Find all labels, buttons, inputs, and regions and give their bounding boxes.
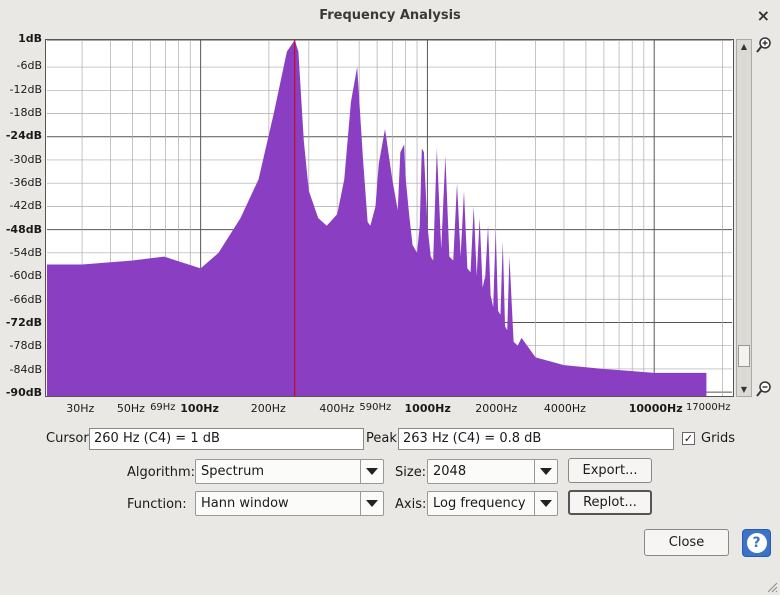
y-tick-label: -72dB (5, 316, 42, 330)
grids-label: Grids (701, 431, 736, 446)
grids-checkbox[interactable]: ✓ (682, 432, 695, 445)
y-tick-label: -12dB (9, 82, 43, 96)
x-tick-label: 69Hz (150, 402, 176, 413)
chevron-down-icon (534, 460, 557, 483)
resize-grip-icon[interactable] (766, 581, 778, 593)
algorithm-value: Spectrum (201, 464, 264, 479)
y-axis: 1dB -6dB -12dB -18dB -24dB -30dB -36dB -42dB -48… (0, 32, 43, 400)
y-tick-label: 1dB (18, 32, 42, 45)
zoom-out-icon[interactable] (756, 381, 772, 397)
cursor-readout-field[interactable]: 260 Hz (C4) = 1 dB (89, 428, 364, 450)
x-tick-label: 400Hz (319, 402, 355, 415)
x-tick-label: 200Hz (250, 402, 286, 415)
spectrum-area (46, 40, 707, 396)
x-tick-label: 10000Hz (628, 402, 683, 415)
chevron-down-icon (534, 492, 557, 515)
axis-select[interactable]: Log frequency (427, 491, 558, 516)
chevron-down-icon (360, 492, 383, 515)
zoom-in-icon[interactable] (756, 37, 772, 53)
y-tick-label: -24dB (5, 129, 42, 143)
scroll-up-icon[interactable]: ▲ (737, 40, 751, 53)
y-tick-label: -54dB (9, 246, 43, 260)
function-label: Function: (127, 497, 187, 512)
x-tick-label: 50Hz (116, 402, 145, 415)
help-button[interactable]: ? (742, 529, 771, 557)
y-tick-label: -48dB (5, 222, 42, 236)
x-tick-label: 100Hz (180, 402, 219, 415)
window-close-icon[interactable]: × (757, 6, 770, 25)
y-tick-label: -90dB (5, 386, 42, 400)
algorithm-label: Algorithm: (127, 465, 196, 480)
y-tick-label: -36dB (9, 175, 43, 189)
y-tick-label: -66dB (9, 292, 43, 306)
x-tick-label: 4000Hz (543, 402, 586, 415)
x-tick-label: 2000Hz (475, 402, 518, 415)
function-select[interactable]: Hann window (195, 491, 384, 516)
y-tick-label: -6dB (16, 59, 43, 73)
help-icon: ? (746, 533, 767, 553)
axis-value: Log frequency (433, 496, 526, 511)
export-button[interactable]: Export... (568, 458, 652, 483)
y-tick-label: -84dB (9, 362, 43, 376)
x-axis: 30Hz 50Hz 69Hz 100Hz 200Hz 400Hz 590Hz 1000Hz 20… (45, 398, 734, 418)
cursor-label: Cursor: (46, 431, 93, 446)
scroll-down-icon[interactable]: ▼ (737, 383, 751, 396)
replot-button[interactable]: Replot... (568, 490, 652, 515)
close-button[interactable]: Close (644, 529, 729, 556)
x-tick-label: 590Hz (359, 402, 392, 413)
scroll-thumb[interactable] (738, 345, 750, 367)
y-tick-label: -18dB (9, 105, 43, 119)
x-tick-label: 1000Hz (404, 402, 451, 415)
y-tick-label: -60dB (9, 269, 43, 283)
chevron-down-icon (360, 460, 383, 483)
function-value: Hann window (201, 496, 289, 511)
size-select[interactable]: 2048 (427, 459, 558, 484)
size-value: 2048 (433, 464, 467, 479)
algorithm-select[interactable]: Spectrum (195, 459, 384, 484)
y-tick-label: -42dB (9, 199, 43, 213)
peak-label: Peak: (366, 431, 402, 446)
vertical-scrollbar[interactable]: ▲ ▼ (736, 39, 752, 397)
peak-readout-field[interactable]: 263 Hz (C4) = 0.8 dB (398, 428, 674, 450)
y-tick-label: -30dB (9, 152, 43, 166)
x-tick-label: 30Hz (66, 402, 95, 415)
y-tick-label: -78dB (9, 339, 43, 353)
spectrum-plot[interactable] (45, 39, 734, 397)
x-tick-label: 17000Hz (685, 402, 731, 413)
axis-label: Axis: (395, 497, 427, 512)
title-bar: Frequency Analysis × (0, 0, 780, 32)
size-label: Size: (395, 465, 427, 480)
window-title: Frequency Analysis (319, 8, 461, 23)
